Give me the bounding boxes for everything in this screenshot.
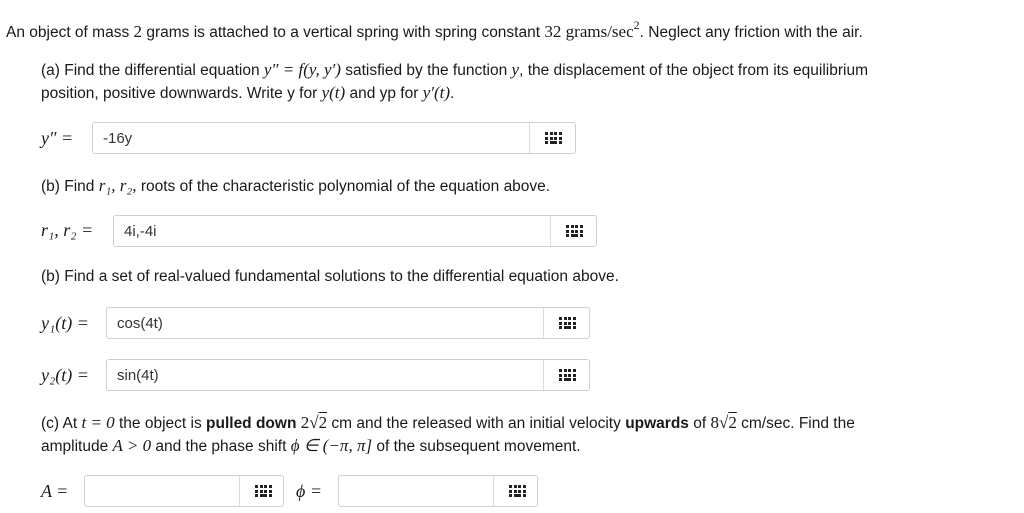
- vel-radicand: 2: [728, 413, 737, 432]
- part-a-text: (a) Find the differential equation: [41, 62, 264, 79]
- part-a-prompt-line-1: (a) Find the differential equation y″ = …: [41, 60, 868, 80]
- phase-answer-box: [338, 475, 538, 507]
- keypad-grid-icon[interactable]: [559, 317, 576, 329]
- intro-text-1: An object of mass: [6, 24, 134, 41]
- part-b1-text: roots of the characteristic polynomial o…: [136, 178, 551, 195]
- part-a-answer-input[interactable]: [93, 123, 529, 153]
- part-c-text: the object is: [114, 415, 207, 432]
- phi-condition: ϕ ∈ (−π, π]: [290, 436, 373, 455]
- field-divider: [239, 476, 240, 506]
- keypad-grid-icon[interactable]: [566, 225, 583, 237]
- part-a-text: position, positive downwards. Write y fo…: [41, 85, 322, 102]
- part-a-text: and yp for: [345, 85, 423, 102]
- part-a-var-y: y: [511, 60, 520, 79]
- intro-units: grams/sec: [565, 22, 634, 41]
- part-c-bold-pulled-down: pulled down: [206, 415, 297, 432]
- amp-condition: A > 0: [112, 436, 152, 455]
- part-a-text: .: [450, 85, 455, 102]
- part-c-text: of: [688, 415, 711, 432]
- keypad-grid-icon[interactable]: [545, 132, 562, 144]
- intro-mass: 2: [133, 22, 143, 41]
- part-c-text: cm/sec. Find the: [736, 415, 855, 432]
- part-b1-answer-input[interactable]: [114, 216, 550, 246]
- part-c-text: amplitude: [41, 438, 113, 455]
- part-a-answer-box: [92, 122, 576, 154]
- part-b1-prompt: (b) Find r₁, r₂, roots of the characteri…: [41, 176, 550, 196]
- part-a-ypt: y′(t): [422, 83, 451, 102]
- vel-coef: 8: [710, 413, 719, 432]
- part-c-bold-upwards: upwards: [625, 415, 689, 432]
- part-a-field-label: y″ =: [41, 128, 74, 148]
- y2-field-label: y₂(t) =: [41, 365, 89, 385]
- field-divider: [493, 476, 494, 506]
- part-c-text: and the phase shift: [151, 438, 291, 455]
- part-b2-prompt: (b) Find a set of real-valued fundamenta…: [41, 268, 619, 285]
- keypad-grid-icon[interactable]: [559, 369, 576, 381]
- part-c-text: of the subsequent movement.: [372, 438, 581, 455]
- disp-radicand: 2: [318, 413, 328, 432]
- amplitude-answer-box: [84, 475, 284, 507]
- phase-answer-input[interactable]: [339, 476, 493, 506]
- part-c-text: cm and the released with an initial velo…: [327, 415, 626, 432]
- y2-answer-box: [106, 359, 590, 391]
- intro-k: 32: [544, 22, 562, 41]
- y1-answer-box: [106, 307, 590, 339]
- intro-text-3: . Neglect any friction with the air.: [639, 24, 863, 41]
- keypad-grid-icon[interactable]: [509, 485, 526, 497]
- y1-field-label: y₁(t) =: [41, 313, 89, 333]
- part-a-eq-rhs: = f(y, y′): [278, 60, 341, 79]
- part-a-eq-lhs: y″: [263, 60, 279, 79]
- problem-intro: An object of mass 2 grams is attached to…: [6, 18, 863, 42]
- intro-text-2: grams is attached to a vertical spring w…: [142, 24, 545, 41]
- field-divider: [543, 308, 544, 338]
- part-b1-answer-box: [113, 215, 597, 247]
- field-divider: [529, 123, 530, 153]
- amplitude-field-label: A =: [41, 481, 69, 501]
- field-divider: [543, 360, 544, 390]
- part-b1-text: (b) Find: [41, 178, 99, 195]
- part-c-t-eq: t = 0: [81, 413, 115, 432]
- y2-answer-input[interactable]: [107, 360, 543, 390]
- part-a-yt: y(t): [321, 83, 346, 102]
- phase-field-label: ϕ =: [296, 481, 322, 501]
- part-a-text: , the displacement of the object from it…: [519, 62, 868, 79]
- y1-answer-input[interactable]: [107, 308, 543, 338]
- part-c-text: (c) At: [41, 415, 82, 432]
- part-b1-field-label: r₁, r₂ =: [41, 220, 94, 240]
- part-b1-roots: r₁, r₂,: [98, 176, 137, 195]
- amplitude-answer-input[interactable]: [85, 476, 239, 506]
- part-a-text: satisfied by the function: [340, 62, 512, 79]
- field-divider: [550, 216, 551, 246]
- part-c-prompt-line-2: amplitude A > 0 and the phase shift ϕ ∈ …: [41, 436, 581, 456]
- part-c-prompt-line-1: (c) At t = 0 the object is pulled down 2…: [41, 413, 855, 432]
- part-a-prompt-line-2: position, positive downwards. Write y fo…: [41, 83, 454, 103]
- disp-coef: 2: [300, 413, 310, 432]
- keypad-grid-icon[interactable]: [255, 485, 272, 497]
